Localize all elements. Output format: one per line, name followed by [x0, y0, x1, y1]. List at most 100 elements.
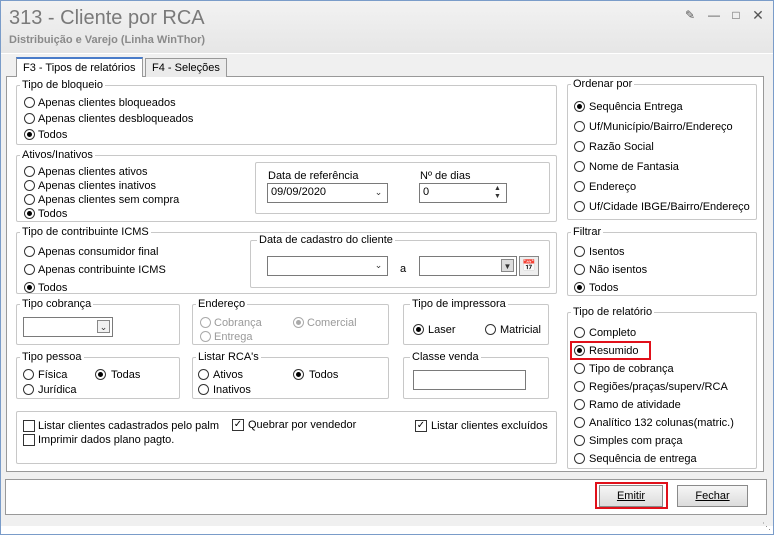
- radio-comercial-label: Comercial: [307, 317, 357, 329]
- classe-venda-input[interactable]: [413, 370, 526, 390]
- radio-entrega[interactable]: [200, 331, 211, 342]
- window-subtitle: Distribuição e Varejo (Linha WinThor): [9, 34, 206, 46]
- minimize-icon[interactable]: —: [706, 8, 722, 22]
- data-cadastro-inicio[interactable]: ⌄: [267, 256, 388, 276]
- close-icon[interactable]: ✕: [750, 8, 766, 22]
- radio-comercial[interactable]: [293, 317, 304, 328]
- radio-uf-municipio-label: Uf/Município/Bairro/Endereço: [589, 121, 733, 133]
- radio-cobranca[interactable]: [200, 317, 211, 328]
- chevron-down-icon[interactable]: ⌄: [97, 320, 110, 333]
- check-plano[interactable]: [23, 434, 35, 446]
- radio-filtrar-todos-label: Todos: [589, 282, 619, 294]
- radio-ativos-todos[interactable]: [24, 208, 35, 219]
- radio-razao-social-label: Razão Social: [589, 141, 654, 153]
- radio-nao-isentos-label: Não isentos: [589, 264, 648, 276]
- radio-desbloqueados[interactable]: [24, 113, 35, 124]
- edit-icon[interactable]: ✎: [682, 8, 698, 22]
- group-impressora-title: Tipo de impressora: [410, 298, 508, 311]
- radio-endereco[interactable]: [574, 181, 585, 192]
- num-dias-value: 0: [423, 186, 430, 198]
- check-excluidos[interactable]: ✓: [415, 420, 427, 432]
- radio-simples-praca[interactable]: [574, 435, 585, 446]
- radio-ramo[interactable]: [574, 399, 585, 410]
- radio-consumidor-final-label: Apenas consumidor final: [38, 246, 159, 258]
- num-dias-input[interactable]: 0 ▲ ▼: [419, 183, 507, 203]
- radio-rca-todos[interactable]: [293, 369, 304, 380]
- highlight-emitir: [595, 482, 668, 509]
- data-referencia-input[interactable]: 09/09/2020 ⌄: [267, 183, 388, 203]
- spin-down-icon[interactable]: ▼: [491, 193, 504, 201]
- group-ordenar-title: Ordenar por: [571, 78, 635, 91]
- radio-razao-social[interactable]: [574, 141, 585, 152]
- radio-entrega-label: Entrega: [214, 331, 253, 343]
- radio-laser[interactable]: [413, 324, 424, 335]
- radio-juridica[interactable]: [23, 384, 34, 395]
- radio-bloqueio-todos-label: Todos: [38, 129, 68, 141]
- data-cadastro-sep: a: [400, 263, 407, 275]
- data-cadastro-fim[interactable]: ▼: [419, 256, 517, 276]
- radio-rca-todos-label: Todos: [309, 369, 339, 381]
- radio-pessoa-todas[interactable]: [95, 369, 106, 380]
- radio-seq-entrega-rel[interactable]: [574, 453, 585, 464]
- tipo-cobranca-select[interactable]: ⌄: [23, 317, 113, 337]
- group-data-cadastro-title: Data de cadastro do cliente: [257, 234, 395, 247]
- radio-nao-isentos[interactable]: [574, 264, 585, 275]
- calendar-icon[interactable]: 📅: [519, 256, 539, 276]
- radio-seq-entrega[interactable]: [574, 101, 585, 112]
- tab-selecoes[interactable]: F4 - Seleções: [145, 58, 227, 77]
- radio-bloqueados[interactable]: [24, 97, 35, 108]
- radio-uf-municipio[interactable]: [574, 121, 585, 132]
- radio-sem-compra[interactable]: [24, 194, 35, 205]
- radio-completo-label: Completo: [589, 327, 637, 339]
- radio-seq-entrega-label: Sequência Entrega: [589, 101, 683, 113]
- resize-grip-icon[interactable]: ⋱: [762, 521, 771, 532]
- radio-endereco-label: Endereço: [589, 181, 637, 193]
- radio-tipo-cobranca[interactable]: [574, 363, 585, 374]
- radio-matricial[interactable]: [485, 324, 496, 335]
- radio-inativos[interactable]: [24, 180, 35, 191]
- radio-rca-ativos[interactable]: [198, 369, 209, 380]
- radio-uf-ibge-label: Uf/Cidade IBGE/Bairro/Endereço: [589, 201, 750, 213]
- check-excluidos-label: Listar clientes excluídos: [431, 420, 548, 432]
- radio-isentos[interactable]: [574, 246, 585, 257]
- radio-rca-inativos[interactable]: [198, 384, 209, 395]
- group-tipo-cobranca-title: Tipo cobrança: [20, 298, 94, 311]
- radio-filtrar-todos[interactable]: [574, 282, 585, 293]
- radio-ativos-todos-label: Todos: [38, 208, 68, 220]
- radio-rca-inativos-label: Inativos: [213, 384, 251, 396]
- radio-nome-fantasia[interactable]: [574, 161, 585, 172]
- radio-ativos[interactable]: [24, 166, 35, 177]
- radio-nome-fantasia-label: Nome de Fantasia: [589, 161, 679, 173]
- radio-rca-ativos-label: Ativos: [213, 369, 243, 381]
- radio-bloqueio-todos[interactable]: [24, 129, 35, 140]
- radio-desbloqueados-label: Apenas clientes desbloqueados: [38, 113, 194, 125]
- radio-cobranca-label: Cobrança: [214, 317, 262, 329]
- radio-uf-ibge[interactable]: [574, 201, 585, 212]
- radio-fisica[interactable]: [23, 369, 34, 380]
- dropdown-icon[interactable]: ▼: [501, 259, 514, 272]
- radio-inativos-label: Apenas clientes inativos: [38, 180, 157, 192]
- radio-contribuinte-todos[interactable]: [24, 282, 35, 293]
- group-ativos-title: Ativos/Inativos: [20, 149, 95, 162]
- group-tipo-pessoa-title: Tipo pessoa: [20, 351, 84, 364]
- radio-regioes[interactable]: [574, 381, 585, 392]
- group-classe-venda-title: Classe venda: [410, 351, 481, 364]
- spin-up-icon[interactable]: ▲: [491, 185, 504, 193]
- chevron-down-icon[interactable]: ⌄: [372, 259, 385, 272]
- radio-bloqueados-label: Apenas clientes bloqueados: [38, 97, 176, 109]
- radio-analitico[interactable]: [574, 417, 585, 428]
- check-plano-label: Imprimir dados plano pagto.: [38, 434, 175, 446]
- group-tipo-relatorio-title: Tipo de relatório: [571, 306, 655, 319]
- radio-completo[interactable]: [574, 327, 585, 338]
- tab-tipos-relatorios[interactable]: F3 - Tipos de relatórios: [16, 57, 143, 77]
- group-filtrar-title: Filtrar: [571, 226, 604, 239]
- radio-analitico-label: Analítico 132 colunas(matric.): [589, 417, 734, 429]
- group-listar-rca-title: Listar RCA's: [196, 351, 261, 364]
- chevron-down-icon[interactable]: ⌄: [372, 186, 385, 199]
- radio-consumidor-final[interactable]: [24, 246, 35, 257]
- check-palm[interactable]: [23, 420, 35, 432]
- radio-contribuinte[interactable]: [24, 264, 35, 275]
- check-quebrar[interactable]: ✓: [232, 419, 244, 431]
- maximize-icon[interactable]: □: [728, 8, 744, 22]
- fechar-button[interactable]: Fechar: [677, 485, 748, 507]
